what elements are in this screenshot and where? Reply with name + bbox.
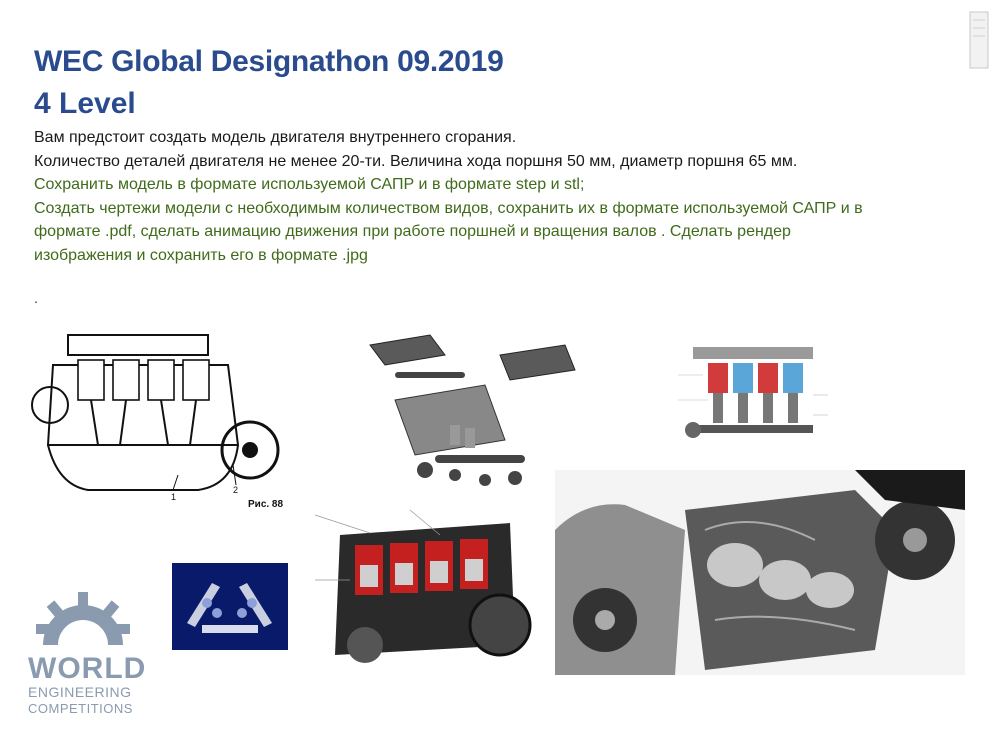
- task-line-highlight: изображения и сохранить его в формате .j…: [34, 246, 368, 264]
- callout-2: 2: [233, 485, 238, 495]
- logo-word-engineering: ENGINEERING: [28, 684, 132, 700]
- cutaway-engine-image: [310, 505, 535, 675]
- figure-caption: Рис. 88: [248, 499, 283, 510]
- task-line: Вам предстоит создать модель двигателя в…: [34, 129, 517, 146]
- callout-1: 1: [171, 492, 176, 502]
- exploded-engine-image: [369, 334, 576, 486]
- engine-schematic-image: [673, 335, 833, 470]
- engine-line-drawing: 1 2 Рис. 88: [31, 334, 283, 510]
- gear-icon: [36, 592, 130, 659]
- logo-word-competitions: COMPETITIONS: [28, 701, 133, 716]
- task-line-highlight: формате .pdf, сделать анимацию движения …: [34, 223, 791, 240]
- task-line-highlight: Создать чертежи модели с необходимым кол…: [34, 199, 863, 217]
- v-engine-render: [172, 563, 288, 650]
- document-corner-icon: [969, 11, 989, 69]
- task-line: Количество деталей двигателя не менее 20…: [34, 152, 798, 170]
- page-title: WEC Global Designathon 09.2019: [34, 45, 504, 78]
- wec-logo: WORLD ENGINEERING COMPETITIONS: [28, 590, 147, 730]
- task-description: Вам предстоит создать модель двигателя в…: [34, 126, 974, 267]
- stray-mark: .: [34, 290, 38, 306]
- page-subtitle: 4 Level: [34, 87, 136, 120]
- task-line-highlight: Сохранить модель в формате используемой …: [34, 176, 585, 193]
- engine-photo: [555, 470, 965, 675]
- logo-word-world: WORLD: [28, 652, 147, 685]
